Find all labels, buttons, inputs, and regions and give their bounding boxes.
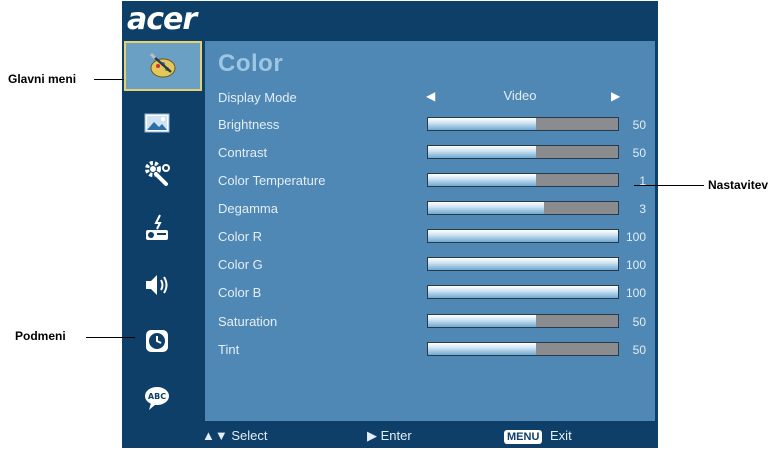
saturation-value: 50	[632, 315, 646, 329]
footer-exit-label: Exit	[550, 428, 572, 443]
color-r-slider[interactable]	[427, 229, 619, 243]
sidebar-item-timer[interactable]	[136, 324, 178, 358]
color-temperature-slider[interactable]	[427, 173, 619, 187]
footer-enter-label: Enter	[380, 428, 412, 443]
mode-right-arrow-icon[interactable]: ▶	[611, 88, 620, 104]
footer-select: ▲▼ Select	[202, 428, 268, 444]
contrast-label[interactable]: Contrast	[218, 145, 267, 161]
tint-slider[interactable]	[427, 342, 619, 356]
slider-fill	[428, 230, 618, 242]
svg-text:ABC: ABC	[148, 392, 166, 401]
color-g-slider[interactable]	[427, 257, 619, 271]
display-mode-value[interactable]: Video	[470, 88, 570, 104]
footer-bar: ▲▼ Select ▶ Enter MENU Exit	[122, 425, 658, 448]
brightness-value: 50	[632, 118, 646, 132]
menu-key-badge: MENU	[504, 430, 543, 444]
gear-wrench-icon	[145, 161, 170, 186]
footer-select-label: Select	[231, 428, 268, 443]
clock-icon	[146, 330, 168, 352]
picture-icon	[144, 113, 170, 133]
slider-fill	[428, 258, 618, 270]
sidebar-item-audio[interactable]	[136, 268, 178, 302]
slider-fill	[428, 202, 544, 214]
callout-setting: Nastavitev	[708, 178, 769, 192]
speech-bubble-abc-icon: ABC	[145, 387, 169, 410]
slider-fill	[428, 174, 537, 186]
slider-fill	[428, 315, 537, 327]
contrast-slider[interactable]	[427, 145, 619, 159]
callout-line-submenu	[86, 337, 135, 338]
brightness-label[interactable]: Brightness	[218, 117, 279, 133]
callout-line-main-menu	[94, 79, 124, 80]
sidebar-item-language[interactable]: ABC	[136, 381, 178, 415]
footer-enter: ▶ Enter	[367, 428, 412, 444]
slider-fill	[428, 118, 537, 130]
color-r-label[interactable]: Color R	[218, 229, 262, 245]
degamma-slider[interactable]	[427, 201, 619, 215]
contrast-value: 50	[632, 146, 646, 160]
brightness-slider[interactable]	[427, 117, 619, 131]
page-title: Color	[218, 50, 284, 77]
color-temperature-value: 1	[639, 174, 646, 188]
speaker-icon	[146, 275, 168, 295]
footer-exit: MENU Exit	[504, 428, 572, 444]
color-temperature-label[interactable]: Color Temperature	[218, 173, 325, 189]
degamma-value: 3	[639, 202, 646, 216]
color-g-value: 100	[625, 258, 646, 272]
callout-main-menu: Glavni meni	[8, 72, 77, 86]
color-b-value: 100	[625, 286, 646, 300]
tint-label[interactable]: Tint	[218, 342, 239, 358]
slider-fill	[428, 343, 537, 355]
display-mode-label[interactable]: Display Mode	[218, 90, 297, 106]
projector-icon	[146, 214, 168, 240]
color-b-label[interactable]: Color B	[218, 285, 261, 301]
degamma-label[interactable]: Degamma	[218, 201, 278, 217]
color-r-value: 100	[625, 230, 646, 244]
sidebar-item-management[interactable]	[136, 156, 178, 190]
callout-line-setting	[634, 185, 704, 186]
saturation-slider[interactable]	[427, 314, 619, 328]
slider-fill	[428, 146, 537, 158]
tint-value: 50	[632, 343, 646, 357]
sidebar-item-image[interactable]	[136, 106, 178, 140]
color-g-label[interactable]: Color G	[218, 257, 263, 273]
mode-left-arrow-icon[interactable]: ◀	[426, 88, 435, 104]
callout-submenu: Podmeni	[15, 329, 66, 343]
saturation-label[interactable]: Saturation	[218, 314, 277, 330]
sidebar-item-setting[interactable]	[136, 211, 178, 245]
paint-palette-icon	[149, 52, 176, 78]
color-b-slider[interactable]	[427, 285, 619, 299]
up-down-arrows-icon: ▲▼	[202, 428, 228, 443]
right-arrow-icon: ▶	[367, 428, 377, 443]
slider-fill	[428, 286, 618, 298]
sidebar-item-color[interactable]	[124, 41, 202, 91]
acer-logo: acer	[127, 2, 197, 37]
